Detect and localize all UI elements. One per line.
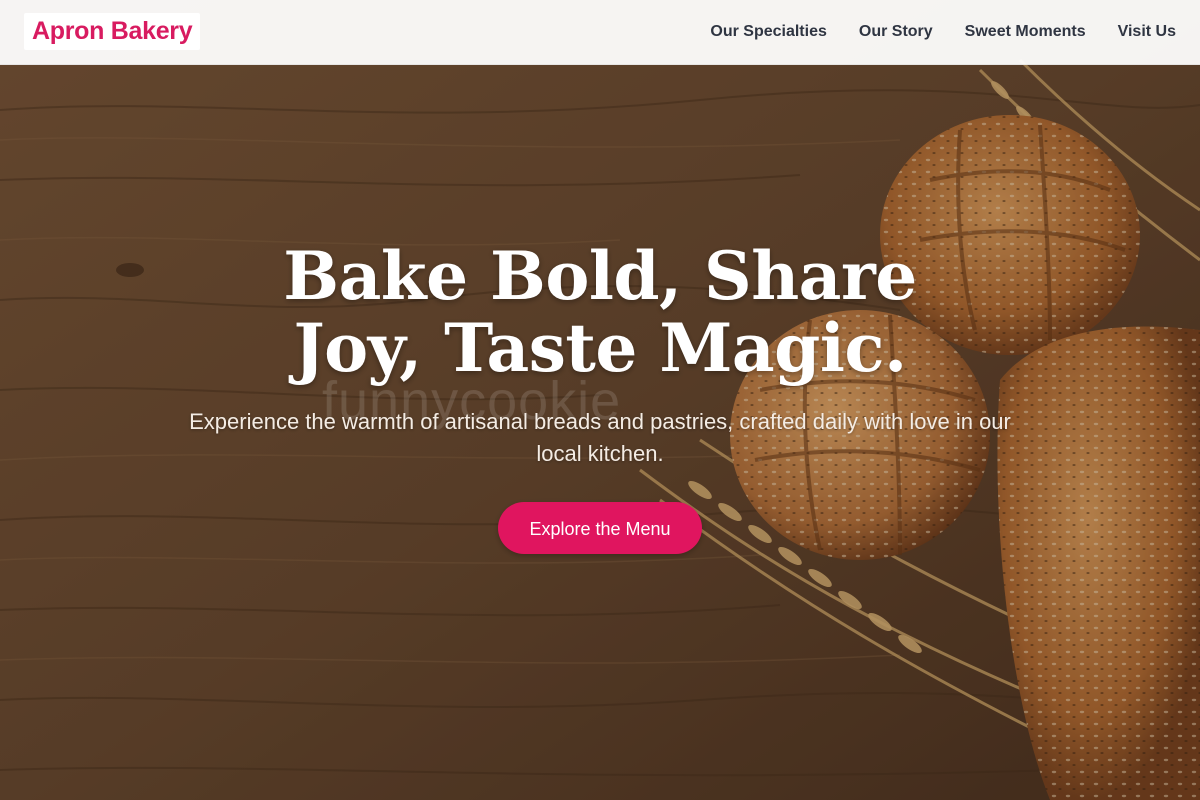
site-header: Apron Bakery Our Specialties Our Story S… [0,0,1200,65]
hero-subtitle: Experience the warmth of artisanal bread… [189,409,1011,466]
nav-link-our-specialties[interactable]: Our Specialties [710,23,827,41]
hero-title: Bake Bold, Share Joy, Taste Magic. [283,237,917,387]
nav-link-sweet-moments[interactable]: Sweet Moments [965,23,1086,41]
main-nav: Our Specialties Our Story Sweet Moments … [710,0,1176,64]
nav-link-visit-us[interactable]: Visit Us [1118,23,1176,41]
hero-section: Bake Bold, Share Joy, Taste Magic. Exper… [0,240,1200,554]
logo-link[interactable]: Apron Bakery [24,13,201,50]
page: funnycookie Apron Bakery Our Specialties… [0,0,1200,800]
nav-link-our-story[interactable]: Our Story [859,23,933,41]
brand-logo: Apron Bakery [32,17,193,45]
explore-menu-button[interactable]: Explore the Menu [498,502,702,554]
